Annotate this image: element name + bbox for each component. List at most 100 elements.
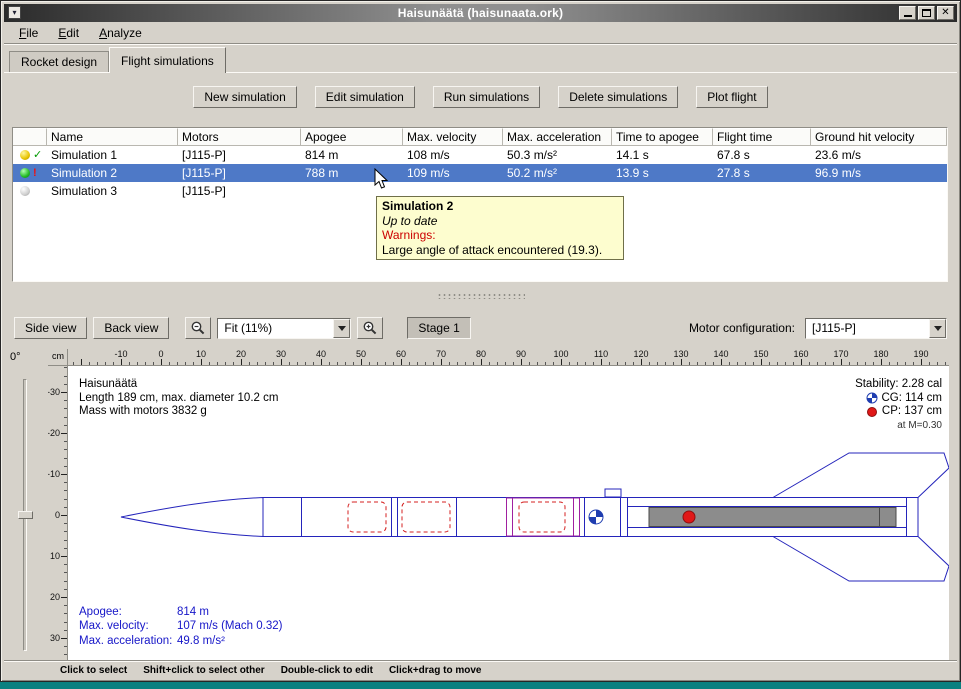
rocket-dimensions: Length 189 cm, max. diameter 10.2 cm	[79, 392, 278, 406]
cell-name: Simulation 3	[47, 182, 178, 200]
stability-value: Stability: 2.28 cal	[855, 378, 942, 392]
cg-icon	[866, 392, 878, 404]
motor-configuration-value: [J115-P]	[806, 321, 929, 335]
zoom-out-button[interactable]	[185, 317, 211, 339]
ruler-unit: cm	[48, 349, 68, 366]
rotation-slider[interactable]	[23, 379, 27, 651]
rocket-info: Haisunäätä Length 189 cm, max. diameter …	[79, 378, 278, 419]
maximize-icon	[922, 9, 931, 17]
cell-name: Simulation 1	[47, 146, 178, 164]
simulation-status: ✓	[13, 146, 47, 164]
table-header-row: Name Motors Apogee Max. velocity Max. ac…	[13, 128, 947, 146]
motor-configuration-select[interactable]: [J115-P]	[805, 318, 947, 339]
col-name[interactable]: Name	[47, 128, 178, 146]
uptodate-check-icon: ✓	[33, 150, 42, 161]
simulation-actions: New simulation Edit simulation Run simul…	[4, 73, 957, 108]
new-simulation-button[interactable]: New simulation	[193, 86, 296, 108]
delete-simulations-button[interactable]: Delete simulations	[558, 86, 678, 108]
zoom-out-icon	[190, 320, 206, 336]
tooltip-warnings-label: Warnings:	[382, 228, 618, 243]
simulation-status	[13, 182, 47, 200]
cp-marker	[683, 511, 695, 523]
cell-ground-hit-velocity	[811, 182, 947, 200]
col-status[interactable]	[13, 128, 47, 146]
zoom-value: Fit (11%)	[218, 321, 333, 335]
zoom-select[interactable]: Fit (11%)	[217, 318, 351, 339]
table-row[interactable]: ! Simulation 2 [J115-P] 788 m 109 m/s 50…	[13, 164, 947, 182]
table-row[interactable]: ✓ Simulation 1 [J115-P] 814 m 108 m/s 50…	[13, 146, 947, 164]
coupler-section	[507, 498, 580, 536]
flight-info: Apogee:814 m Max. velocity:107 m/s (Mach…	[79, 605, 282, 649]
apogee-value: 814 m	[177, 606, 209, 618]
max-velocity-label: Max. velocity:	[79, 619, 177, 634]
screen: ▾ Haisunäätä (haisunaata.ork) ✕ File Edi…	[0, 0, 961, 689]
close-icon: ✕	[941, 8, 949, 18]
cell-apogee: 814 m	[301, 146, 403, 164]
col-time-to-apogee[interactable]: Time to apogee	[612, 128, 713, 146]
zoom-in-button[interactable]	[357, 317, 383, 339]
rotation-control: 0°	[4, 347, 48, 661]
status-uptodate-icon	[20, 168, 30, 178]
status-not-simulated-icon	[20, 186, 30, 196]
maximize-button[interactable]	[918, 6, 935, 20]
cell-name: Simulation 2	[47, 164, 178, 182]
cell-flight-time: 67.8 s	[713, 146, 811, 164]
apogee-label: Apogee:	[79, 605, 177, 620]
col-motors[interactable]: Motors	[178, 128, 301, 146]
menu-edit[interactable]: Edit	[51, 24, 86, 42]
col-apogee[interactable]: Apogee	[301, 128, 403, 146]
tabbar: Rocket design Flight simulations	[4, 45, 957, 72]
mouse-cursor	[374, 168, 388, 190]
tab-rocket-design[interactable]: Rocket design	[9, 51, 109, 72]
motor-configuration-label: Motor configuration:	[689, 321, 795, 335]
cell-flight-time: 27.8 s	[713, 164, 811, 182]
side-view-button[interactable]: Side view	[14, 317, 87, 339]
col-flight-time[interactable]: Flight time	[713, 128, 811, 146]
back-view-button[interactable]: Back view	[93, 317, 169, 339]
stability-info: Stability: 2.28 cal CG: 114 cm CP: 137 c…	[855, 378, 942, 432]
col-ground-hit-velocity[interactable]: Ground hit velocity	[811, 128, 947, 146]
tooltip-title: Simulation 2	[382, 199, 618, 214]
minimize-icon	[904, 10, 912, 17]
rocket-canvas[interactable]: Haisunäätä Length 189 cm, max. diameter …	[68, 366, 949, 660]
cell-motors: [J115-P]	[178, 182, 301, 200]
horizontal-ruler: -100102030405060708090100110120130140150…	[68, 349, 949, 366]
cell-time-to-apogee	[612, 182, 713, 200]
run-simulations-button[interactable]: Run simulations	[433, 86, 540, 108]
window-icon[interactable]: ▾	[8, 6, 21, 19]
menu-analyze[interactable]: Analyze	[92, 24, 149, 42]
titlebar[interactable]: ▾ Haisunäätä (haisunaata.ork) ✕	[4, 4, 957, 22]
cg-value: CG: 114 cm	[882, 392, 943, 406]
zoom-in-icon	[362, 320, 378, 336]
max-acceleration-value: 49.8 m/s²	[177, 635, 225, 647]
close-button[interactable]: ✕	[937, 6, 954, 20]
split-pane-divider[interactable]	[4, 285, 957, 311]
col-max-velocity[interactable]: Max. velocity	[403, 128, 503, 146]
cell-max-velocity: 108 m/s	[403, 146, 503, 164]
edit-simulation-button[interactable]: Edit simulation	[315, 86, 415, 108]
rotation-slider-thumb[interactable]	[18, 511, 33, 519]
plot-flight-button[interactable]: Plot flight	[696, 86, 767, 108]
vertical-ruler: -30-20-100102030	[48, 366, 68, 660]
mach-condition: at M=0.30	[897, 419, 942, 433]
chevron-down-icon	[934, 326, 942, 331]
chevron-down-icon	[338, 326, 346, 331]
cp-icon	[866, 406, 878, 418]
menubar: File Edit Analyze	[4, 22, 957, 44]
max-velocity-value: 107 m/s (Mach 0.32)	[177, 620, 282, 632]
splitter-grip-icon	[437, 293, 525, 299]
hint: Shift+click to select other	[143, 665, 264, 676]
fin-upper	[773, 453, 949, 498]
cg-marker	[589, 510, 603, 524]
rocket-name: Haisunäätä	[79, 378, 278, 392]
nose-cone	[121, 498, 263, 537]
hint: Double-click to edit	[281, 665, 373, 676]
col-max-acceleration[interactable]: Max. acceleration	[503, 128, 612, 146]
cell-flight-time	[713, 182, 811, 200]
tab-flight-simulations[interactable]: Flight simulations	[109, 47, 226, 73]
minimize-button[interactable]	[899, 6, 916, 20]
status-uptodate-icon	[20, 150, 30, 160]
app-window: ▾ Haisunäätä (haisunaata.ork) ✕ File Edi…	[0, 0, 961, 682]
menu-file[interactable]: File	[12, 24, 45, 42]
stage-1-toggle[interactable]: Stage 1	[407, 317, 470, 339]
